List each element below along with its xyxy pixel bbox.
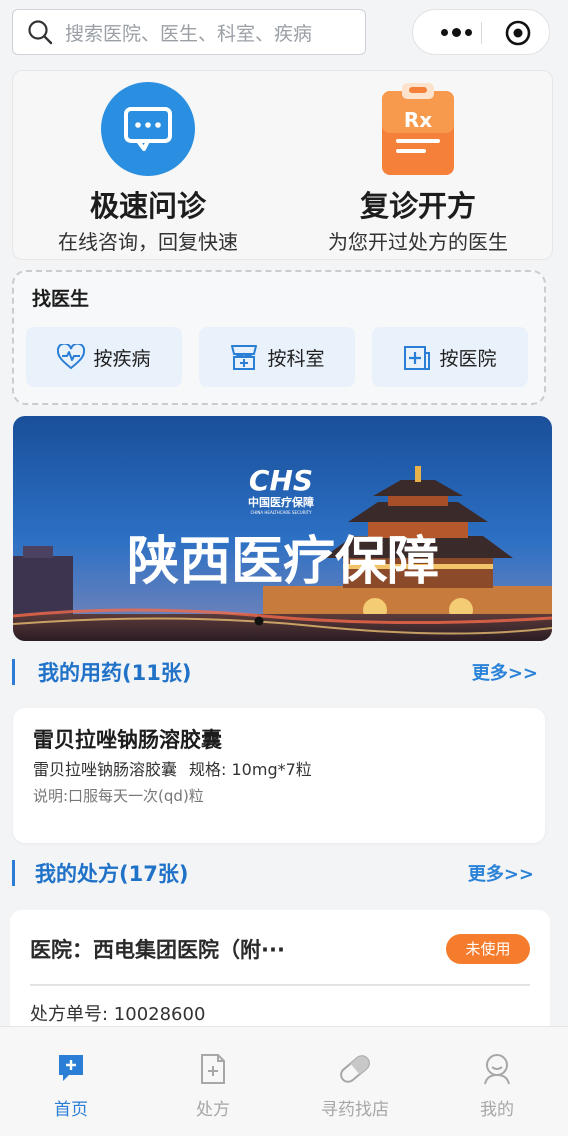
search-icon bbox=[28, 20, 53, 45]
user-icon bbox=[484, 1054, 510, 1085]
my-medicine-more-link[interactable]: 更多>> bbox=[472, 659, 538, 685]
search-placeholder: 搜索医院、医生、科室、疾病 bbox=[65, 22, 313, 45]
section-accent-bar bbox=[12, 860, 15, 886]
more-options-button[interactable] bbox=[431, 10, 481, 54]
find-doctor-panel: 找医生 按疾病 按科室 按医院 bbox=[12, 270, 546, 405]
pill-icon bbox=[340, 1055, 370, 1083]
find-doctor-title: 找医生 bbox=[32, 288, 90, 310]
more-dot-icon bbox=[464, 28, 472, 36]
quick-actions: 极速问诊 在线咨询，回复快速 Rx 复诊开方 为您开过处方的医生 bbox=[12, 70, 553, 260]
tab-find-medicine-label: 寻药找店 bbox=[321, 1100, 389, 1120]
quick-consult-button[interactable]: 极速问诊 在线咨询，回复快速 bbox=[13, 71, 283, 259]
my-prescription-title: 我的处方(17张) bbox=[35, 862, 189, 886]
bottom-tab-bar: 首页 处方 寻药找店 我的 bbox=[0, 1026, 568, 1136]
find-by-department-label: 按科室 bbox=[267, 347, 325, 370]
chs-logo-subtitle: 中国医疗保障 bbox=[248, 495, 314, 509]
prescription-number: 处方单号: 10028600 bbox=[30, 1004, 206, 1025]
my-prescription-header: 我的处方(17张) 更多>> bbox=[12, 858, 542, 888]
tab-mine-label: 我的 bbox=[480, 1100, 514, 1120]
card-divider bbox=[30, 984, 530, 986]
tab-prescription-label: 处方 bbox=[196, 1100, 230, 1120]
repeat-prescription-subtitle: 为您开过处方的医生 bbox=[328, 230, 508, 254]
medicine-generic-name: 雷贝拉唑钠肠溶胶囊 bbox=[33, 760, 178, 779]
repeat-prescription-title: 复诊开方 bbox=[359, 189, 476, 223]
medicine-usage: 说明:口服每天一次(qd)粒 bbox=[33, 787, 204, 805]
find-by-hospital-button[interactable]: 按医院 bbox=[372, 327, 528, 387]
repeat-prescription-button[interactable]: Rx 复诊开方 为您开过处方的医生 bbox=[283, 71, 553, 259]
heartbeat-icon bbox=[57, 344, 86, 370]
medicine-name: 雷贝拉唑钠肠溶胶囊 bbox=[33, 728, 222, 752]
more-dot-icon bbox=[451, 27, 461, 37]
top-bar: 搜索医院、医生、科室、疾病 bbox=[0, 0, 568, 66]
find-by-disease-label: 按疾病 bbox=[93, 347, 151, 370]
tab-home[interactable]: 首页 bbox=[0, 1027, 142, 1136]
tab-mine[interactable]: 我的 bbox=[426, 1027, 568, 1136]
prescription-doc-icon bbox=[201, 1054, 225, 1084]
more-dot-icon bbox=[440, 28, 448, 36]
my-medicine-title: 我的用药(11张) bbox=[38, 661, 192, 685]
find-by-disease-button[interactable]: 按疾病 bbox=[26, 327, 182, 387]
banner-indicator-dot bbox=[254, 616, 264, 626]
home-plus-icon bbox=[59, 1055, 83, 1081]
find-by-hospital-label: 按医院 bbox=[439, 347, 497, 370]
close-target-icon[interactable] bbox=[505, 20, 531, 46]
tab-home-label: 首页 bbox=[54, 1100, 88, 1120]
tab-prescription[interactable]: 处方 bbox=[142, 1027, 284, 1136]
medicine-spec: 规格: 10mg*7粒 bbox=[189, 760, 312, 779]
mini-program-capsule bbox=[412, 9, 550, 55]
my-prescription-more-link[interactable]: 更多>> bbox=[468, 860, 534, 886]
prescription-hospital: 医院：西电集团医院（附··· bbox=[30, 938, 285, 962]
capsule-divider bbox=[481, 22, 482, 44]
svg-text:Rx: Rx bbox=[404, 108, 432, 132]
chs-logo-english: CHINA HEALTHCARE SECURITY bbox=[250, 510, 312, 515]
quick-consult-title: 极速问诊 bbox=[89, 189, 206, 223]
search-input[interactable]: 搜索医院、医生、科室、疾病 bbox=[12, 9, 366, 55]
tab-find-medicine[interactable]: 寻药找店 bbox=[284, 1027, 426, 1136]
promo-banner[interactable]: CHS 中国医疗保障 CHINA HEALTHCARE SECURITY 陕西医… bbox=[13, 416, 552, 641]
chat-icon bbox=[101, 82, 195, 176]
banner-headline: 陕西医疗保障 bbox=[127, 531, 439, 592]
medicine-spec-line: 雷贝拉唑钠肠溶胶囊 规格: 10mg*7粒 bbox=[33, 756, 324, 780]
medicine-card[interactable]: 雷贝拉唑钠肠溶胶囊 雷贝拉唑钠肠溶胶囊 规格: 10mg*7粒 说明:口服每天一次… bbox=[13, 708, 545, 843]
hospital-icon bbox=[404, 346, 431, 370]
department-icon bbox=[231, 345, 258, 370]
find-by-department-button[interactable]: 按科室 bbox=[199, 327, 355, 387]
my-medicine-header: 我的用药(11张) 更多>> bbox=[12, 657, 542, 687]
rx-clipboard-icon: Rx bbox=[382, 83, 454, 175]
section-accent-bar bbox=[12, 659, 15, 685]
banner-image: CHS 中国医疗保障 CHINA HEALTHCARE SECURITY 陕西医… bbox=[13, 416, 552, 641]
quick-consult-subtitle: 在线咨询，回复快速 bbox=[58, 230, 238, 254]
status-badge: 未使用 bbox=[446, 934, 530, 964]
chs-logo: CHS bbox=[249, 464, 313, 497]
